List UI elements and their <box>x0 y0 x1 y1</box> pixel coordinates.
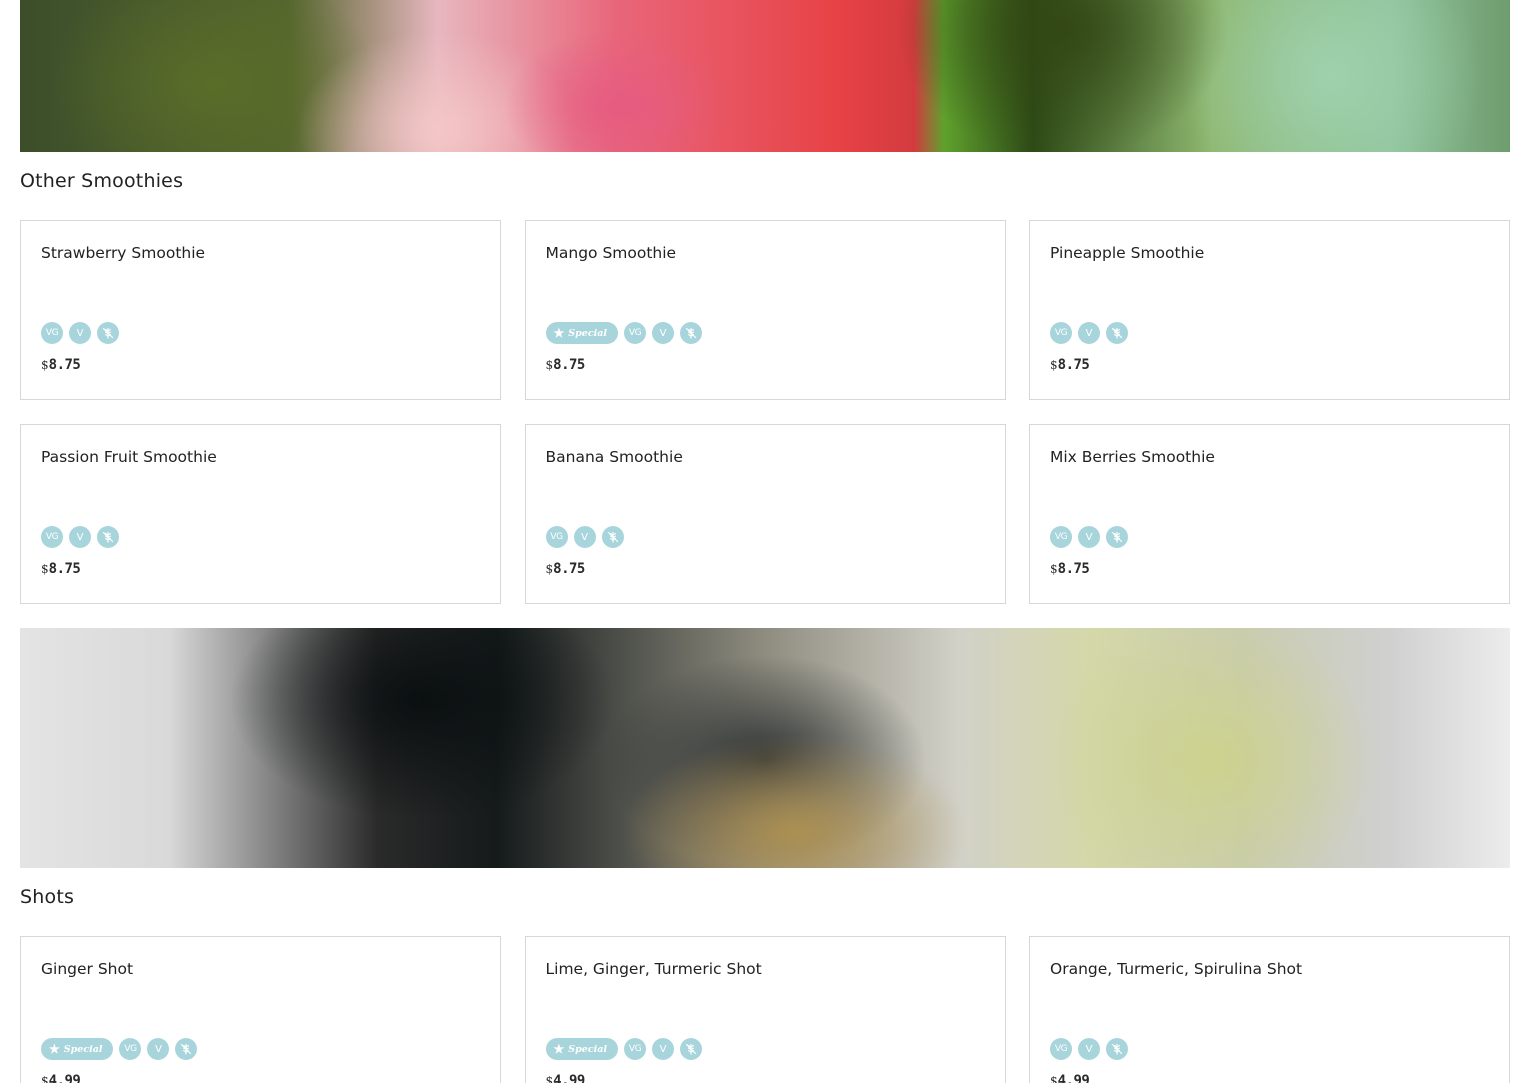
dietary-badges: VG V <box>41 526 119 548</box>
vegetarian-badge: V <box>147 1038 170 1060</box>
vegetarian-badge: V <box>69 322 91 344</box>
item-price: $4.99 <box>41 1073 81 1083</box>
item-price: $4.99 <box>1050 1073 1090 1083</box>
section-banner-image <box>20 628 1510 868</box>
vegetarian-badge: V <box>651 322 674 344</box>
gluten-free-icon <box>1106 322 1128 344</box>
price-amount: 4.99 <box>1057 1073 1090 1083</box>
gluten-free-icon <box>679 322 702 344</box>
vegan-badge: VG <box>1050 1038 1072 1060</box>
vegan-badge: VG <box>119 1038 142 1060</box>
price-currency: $ <box>545 1074 554 1083</box>
dietary-badges: ★ Special VG V <box>545 1038 702 1060</box>
gluten-free-icon <box>1106 526 1128 548</box>
dietary-badges: VG V <box>1050 1038 1128 1060</box>
price-amount: 4.99 <box>553 1073 585 1083</box>
item-price: $8.75 <box>1050 357 1090 373</box>
star-icon: ★ <box>49 1042 60 1056</box>
dietary-badges: ★ Special VG V <box>41 1038 198 1060</box>
gluten-free-icon <box>1106 1038 1128 1060</box>
dietary-badges: VG V <box>1050 526 1128 548</box>
vegetarian-badge: V <box>651 1038 674 1060</box>
menu-item-name: Orange, Turmeric, Spirulina Shot <box>1050 960 1303 978</box>
menu-item-card[interactable]: Lime, Ginger, Turmeric Shot ★ Special VG V $4… <box>524 936 1006 1083</box>
menu-item-name: Strawberry Smoothie <box>41 244 206 262</box>
gluten-free-icon <box>97 526 119 548</box>
menu-item-name: Mango Smoothie <box>545 244 677 262</box>
price-currency: $ <box>41 358 49 372</box>
price-currency: $ <box>1050 1074 1058 1083</box>
dietary-badges: VG V <box>545 526 624 548</box>
item-price: $8.75 <box>545 357 586 373</box>
vegan-badge: VG <box>41 322 63 344</box>
vegetarian-badge: V <box>69 526 91 548</box>
price-currency: $ <box>41 1074 49 1083</box>
menu-item-card[interactable]: Pineapple Smoothie VG V $8.75 <box>1029 220 1510 400</box>
item-price: $8.75 <box>1050 561 1090 577</box>
vegan-badge: VG <box>545 526 568 548</box>
price-currency: $ <box>1050 562 1058 576</box>
dietary-badges: VG V <box>41 322 119 344</box>
menu-item-card[interactable]: Banana Smoothie VG V $8.75 <box>524 424 1006 604</box>
special-badge: ★ Special <box>41 1038 114 1060</box>
menu-item-card[interactable]: Mango Smoothie ★ Special VG V $8.75 <box>524 220 1006 400</box>
vegan-badge: VG <box>41 526 63 548</box>
menu-item-card[interactable]: Passion Fruit Smoothie VG V $8.75 <box>20 424 501 604</box>
price-amount: 4.99 <box>48 1073 81 1083</box>
menu-item-card[interactable]: Ginger Shot ★ Special VG V $4.99 <box>20 936 501 1083</box>
price-amount: 8.75 <box>48 561 81 577</box>
item-price: $4.99 <box>545 1073 586 1083</box>
section-banner-image <box>20 0 1510 152</box>
item-price: $8.75 <box>41 357 81 373</box>
menu-item-card[interactable]: Orange, Turmeric, Spirulina Shot VG V $4.99 <box>1029 936 1510 1083</box>
section-title: Other Smoothies <box>20 170 184 192</box>
price-amount: 8.75 <box>48 357 81 373</box>
price-currency: $ <box>545 358 554 372</box>
price-amount: 8.75 <box>553 561 585 577</box>
dietary-badges: VG V <box>1050 322 1128 344</box>
gluten-free-icon <box>175 1038 198 1060</box>
gluten-free-icon <box>97 322 119 344</box>
vegetarian-badge: V <box>1078 526 1100 548</box>
gluten-free-icon <box>601 526 624 548</box>
vegan-badge: VG <box>1050 526 1072 548</box>
menu-item-name: Mix Berries Smoothie <box>1050 448 1215 466</box>
special-badge: ★ Special <box>545 1038 618 1060</box>
price-currency: $ <box>41 562 49 576</box>
price-currency: $ <box>1050 358 1058 372</box>
menu-item-name: Pineapple Smoothie <box>1050 244 1205 262</box>
price-amount: 8.75 <box>1057 357 1090 373</box>
vegan-badge: VG <box>623 322 646 344</box>
section-title: Shots <box>20 886 75 908</box>
star-icon: ★ <box>553 1042 565 1056</box>
menu-item-name: Ginger Shot <box>41 960 134 978</box>
item-price: $8.75 <box>41 561 81 577</box>
vegetarian-badge: V <box>1078 322 1100 344</box>
menu-item-card[interactable]: Mix Berries Smoothie VG V $8.75 <box>1029 424 1510 604</box>
special-badge: ★ Special <box>545 322 618 344</box>
menu-item-name: Banana Smoothie <box>545 448 683 466</box>
menu-item-name: Passion Fruit Smoothie <box>41 448 217 466</box>
price-amount: 8.75 <box>553 357 585 373</box>
price-currency: $ <box>545 562 554 576</box>
menu-item-card[interactable]: Strawberry Smoothie VG V $8.75 <box>20 220 501 400</box>
vegan-badge: VG <box>623 1038 646 1060</box>
dietary-badges: ★ Special VG V <box>545 322 702 344</box>
gluten-free-icon <box>679 1038 702 1060</box>
star-icon: ★ <box>553 326 565 340</box>
vegan-badge: VG <box>1050 322 1072 344</box>
price-amount: 8.75 <box>1057 561 1090 577</box>
item-price: $8.75 <box>545 561 586 577</box>
vegetarian-badge: V <box>573 526 596 548</box>
vegetarian-badge: V <box>1078 1038 1100 1060</box>
menu-item-name: Lime, Ginger, Turmeric Shot <box>545 960 762 978</box>
